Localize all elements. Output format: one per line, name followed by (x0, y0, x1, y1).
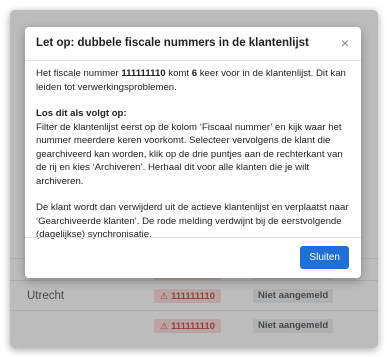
duplicate-info-paragraph: Het fiscale nummer 111111110 komt 6 keer… (36, 68, 346, 93)
result-paragraph: De klant wordt dan verwijderd uit de act… (36, 202, 349, 240)
duplicate-fiscal-numbers-dialog: Let op: dubbele fiscale nummers in de kl… (25, 27, 361, 278)
fiscal-number: 111111110 (121, 68, 166, 79)
instructions-heading: Los dit als volgt op: (36, 108, 127, 119)
modal-footer: Sluiten (25, 237, 361, 279)
modal-body: Het fiscale nummer 111111110 komt 6 keer… (36, 67, 352, 255)
modal-header: Let op: dubbele fiscale nummers in de kl… (25, 27, 361, 61)
close-icon[interactable]: × (337, 35, 353, 51)
instructions-paragraph: Los dit als volgt op: Filter de klantenli… (36, 108, 343, 187)
modal-title: Let op: dubbele fiscale nummers in de kl… (36, 37, 309, 49)
close-button[interactable]: Sluiten (300, 246, 349, 269)
